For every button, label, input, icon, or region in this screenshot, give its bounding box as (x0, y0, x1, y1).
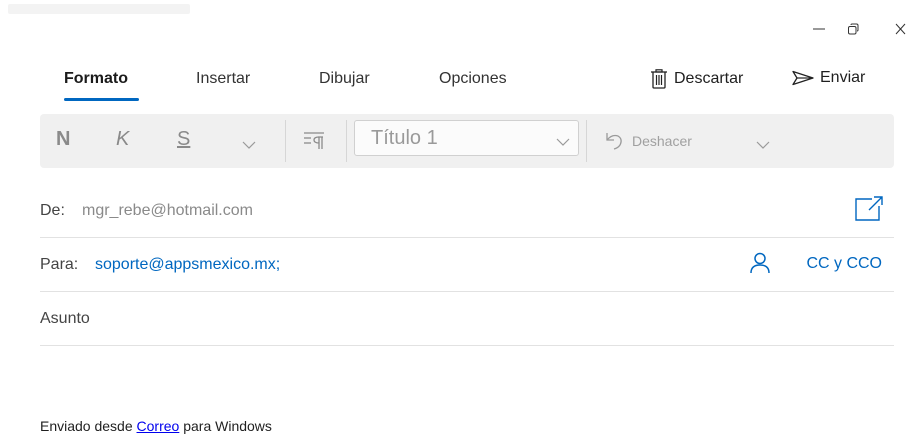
tab-formato[interactable]: Formato (64, 70, 128, 88)
ribbon-tabs: Formato Insertar Dibujar Opciones Descar… (0, 62, 912, 106)
paragraph-icon (304, 132, 324, 149)
mail-app-link[interactable]: Correo (137, 418, 180, 434)
signature-prefix: Enviado desde (40, 418, 137, 434)
chevron-down-icon (756, 141, 770, 149)
cc-bcc-link[interactable]: CC y CCO (806, 255, 882, 273)
undo-label: Deshacer (632, 133, 692, 149)
pop-out-icon (855, 196, 883, 221)
undo-button[interactable]: Deshacer (604, 132, 692, 150)
from-field: De: mgr_rebe@hotmail.com (40, 184, 894, 238)
discard-button[interactable]: Descartar (650, 69, 743, 89)
send-icon (792, 70, 814, 86)
subject-input[interactable]: Asunto (40, 310, 90, 328)
title-bar (0, 0, 912, 56)
paragraph-format-button[interactable] (303, 130, 325, 155)
add-contact-button[interactable] (750, 252, 770, 279)
tab-insertar[interactable]: Insertar (196, 70, 250, 88)
discard-label: Descartar (674, 70, 744, 87)
toolbar-divider (285, 120, 286, 162)
bold-button[interactable]: N (56, 128, 70, 151)
toolbar-divider (586, 120, 587, 162)
undo-history-dropdown[interactable] (756, 136, 770, 154)
tab-opciones[interactable]: Opciones (439, 70, 507, 88)
chevron-down-icon (242, 141, 256, 149)
from-label: De: (40, 202, 65, 219)
message-body[interactable]: Enviado desde Correo para Windows (40, 418, 272, 434)
close-icon (895, 23, 906, 35)
restore-button[interactable] (838, 18, 868, 40)
to-recipient[interactable]: soporte@appsmexico.mx; (95, 256, 280, 274)
style-select-value: Título 1 (371, 127, 438, 149)
send-label: Enviar (820, 69, 866, 86)
italic-button[interactable]: K (116, 128, 129, 151)
font-options-dropdown[interactable] (242, 136, 256, 154)
minimize-button[interactable] (804, 18, 834, 40)
from-account[interactable]: mgr_rebe@hotmail.com (82, 202, 253, 220)
trash-icon (651, 69, 667, 89)
subject-field[interactable]: Asunto (40, 292, 894, 346)
signature-suffix: para Windows (179, 418, 272, 434)
undo-icon (606, 133, 622, 150)
restore-icon (848, 23, 859, 35)
style-select[interactable]: Título 1 (354, 120, 579, 156)
tab-dibujar[interactable]: Dibujar (319, 70, 370, 88)
send-button[interactable]: Enviar (792, 69, 865, 87)
close-button[interactable] (888, 18, 912, 40)
pop-out-button[interactable] (854, 196, 884, 227)
window-title-placeholder (8, 4, 190, 14)
to-label: Para: (40, 256, 79, 273)
format-toolbar: N K S Título 1 Deshacer (40, 114, 894, 168)
to-field: Para: soporte@appsmexico.mx; CC y CCO (40, 238, 894, 292)
underline-button[interactable]: S (177, 128, 190, 151)
toolbar-divider (346, 120, 347, 162)
person-icon (750, 252, 770, 274)
minimize-icon (813, 28, 825, 30)
active-tab-indicator (64, 98, 139, 101)
chevron-down-icon (556, 133, 570, 151)
